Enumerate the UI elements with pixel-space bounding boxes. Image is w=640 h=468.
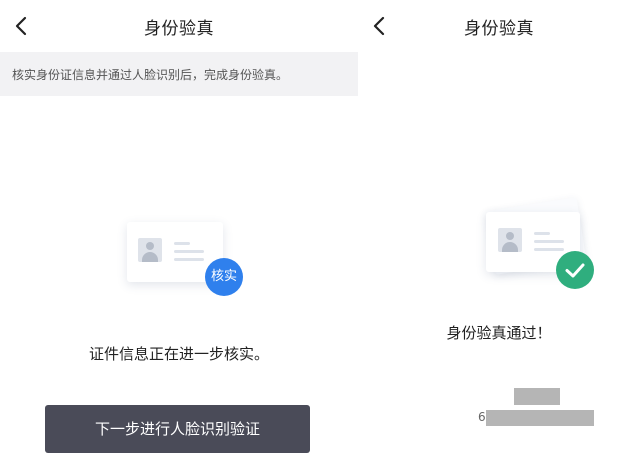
avatar-placeholder-icon <box>138 238 162 262</box>
success-status-text: 身份验真通过！ <box>446 324 552 342</box>
redacted-name <box>514 388 560 405</box>
checkmark-icon <box>565 263 585 278</box>
success-badge <box>556 251 594 289</box>
verification-pending-screen: 身份验真 核实身份证信息并通过人脸识别后，完成身份验真。 核实 证件信息正在进一… <box>0 0 358 468</box>
redacted-id-number <box>486 410 594 426</box>
id-number-prefix: 6 <box>478 410 486 424</box>
status-text: 证件信息正在进一步核实。 <box>88 345 269 363</box>
page-title: 身份验真 <box>464 19 534 39</box>
info-notice-bar: 核实身份证信息并通过人脸识别后，完成身份验真。 <box>0 52 358 96</box>
nav-bar: 身份验真 <box>358 0 640 52</box>
next-face-verification-button[interactable]: 下一步进行人脸识别验证 <box>45 405 310 453</box>
verification-success-screen: 身份验真 身份验真通过！ 6 <box>358 0 640 468</box>
avatar-placeholder-icon <box>498 228 522 252</box>
page-title: 身份验真 <box>144 19 214 39</box>
nav-bar: 身份验真 <box>0 0 358 52</box>
notice-text: 核实身份证信息并通过人脸识别后，完成身份验真。 <box>12 68 289 82</box>
verify-badge: 核实 <box>205 258 243 296</box>
